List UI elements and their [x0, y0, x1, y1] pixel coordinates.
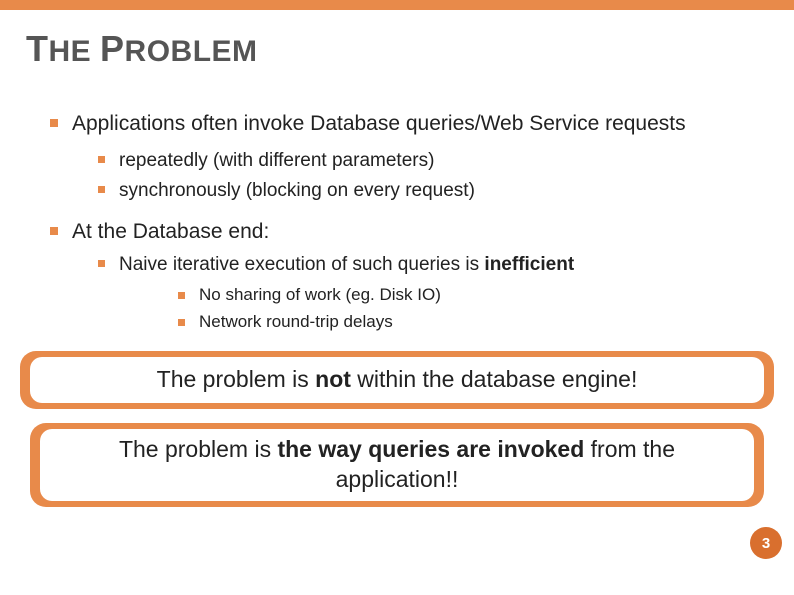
bullet-text: Applications often invoke Database queri…	[72, 110, 744, 138]
bullet-icon	[178, 319, 185, 326]
list-item: repeatedly (with different parameters)	[98, 148, 744, 174]
accent-top-bar	[0, 0, 794, 10]
page-number-badge: 3	[750, 527, 782, 559]
bullet-icon	[98, 260, 105, 267]
slide-title: THE PROBLEM	[26, 28, 794, 70]
page-number: 3	[762, 535, 770, 552]
list-item: synchronously (blocking on every request…	[98, 178, 744, 204]
list-item: At the Database end: Naive iterative exe…	[50, 218, 744, 334]
bullet-icon	[50, 119, 58, 127]
bullet-text: At the Database end:	[72, 218, 744, 246]
callout-box: The problem is not within the database e…	[20, 351, 774, 409]
list-item: No sharing of work (eg. Disk IO)	[178, 284, 744, 307]
callouts: The problem is not within the database e…	[0, 351, 794, 507]
callout-text: The problem is the way queries are invok…	[40, 429, 754, 501]
bullet-icon	[178, 292, 185, 299]
slide-body: Applications often invoke Database queri…	[50, 110, 744, 333]
bullet-text: Network round-trip delays	[199, 311, 744, 334]
list-item: Network round-trip delays	[178, 311, 744, 334]
bullet-icon	[50, 227, 58, 235]
list-item: Applications often invoke Database queri…	[50, 110, 744, 204]
bullet-text: synchronously (blocking on every request…	[119, 178, 744, 204]
bullet-text: No sharing of work (eg. Disk IO)	[199, 284, 744, 307]
bullet-icon	[98, 186, 105, 193]
callout-box: The problem is the way queries are invok…	[30, 423, 764, 507]
bullet-text: repeatedly (with different parameters)	[119, 148, 744, 174]
bullet-icon	[98, 156, 105, 163]
bullet-text: Naive iterative execution of such querie…	[119, 252, 744, 278]
callout-text: The problem is not within the database e…	[30, 357, 764, 403]
list-item: Naive iterative execution of such querie…	[98, 252, 744, 334]
